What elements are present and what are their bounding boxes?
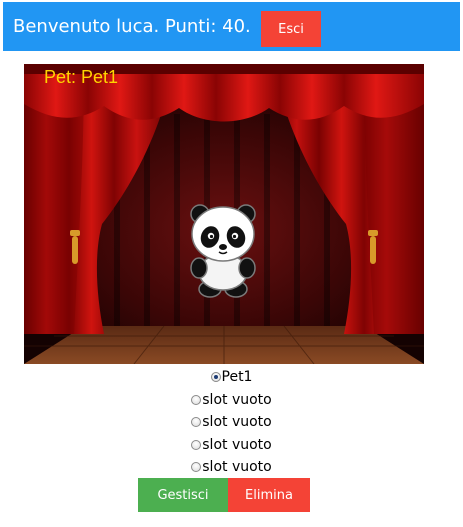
slot-radio-button[interactable]	[191, 417, 202, 428]
pet-stage: Pet: Pet1	[24, 64, 424, 364]
top-bar: Benvenuto luca. Punti: 40. Esci	[3, 2, 460, 51]
manage-button[interactable]: Gestisci	[138, 478, 228, 512]
slot-label: slot vuoto	[202, 436, 272, 453]
slot-radio-button[interactable]	[210, 372, 221, 383]
slot-radio-button[interactable]	[191, 439, 202, 450]
slot-radio-button[interactable]	[191, 394, 202, 405]
delete-button[interactable]: Elimina	[228, 478, 310, 512]
slot-label: slot vuoto	[202, 391, 272, 408]
slot-radio-button[interactable]	[191, 462, 202, 473]
slot-label: slot vuoto	[202, 459, 272, 476]
slot-item[interactable]: slot vuoto	[0, 389, 463, 412]
slot-label: slot vuoto	[202, 414, 272, 431]
slot-item[interactable]: slot vuoto	[0, 456, 463, 479]
slot-item[interactable]: slot vuoto	[0, 411, 463, 434]
slot-item[interactable]: slot vuoto	[0, 434, 463, 457]
pet-slot-list: Pet1 slot vuoto slot vuoto slot vuoto sl…	[0, 366, 463, 479]
panda-icon[interactable]	[186, 204, 262, 300]
slot-actions: Gestisci Elimina	[138, 478, 310, 512]
logout-button[interactable]: Esci	[261, 11, 321, 47]
slot-item[interactable]: Pet1	[0, 366, 463, 389]
pet-name-label: Pet: Pet1	[44, 67, 119, 87]
slot-label: Pet1	[221, 369, 253, 386]
welcome-message: Benvenuto luca. Punti: 40.	[13, 16, 251, 37]
